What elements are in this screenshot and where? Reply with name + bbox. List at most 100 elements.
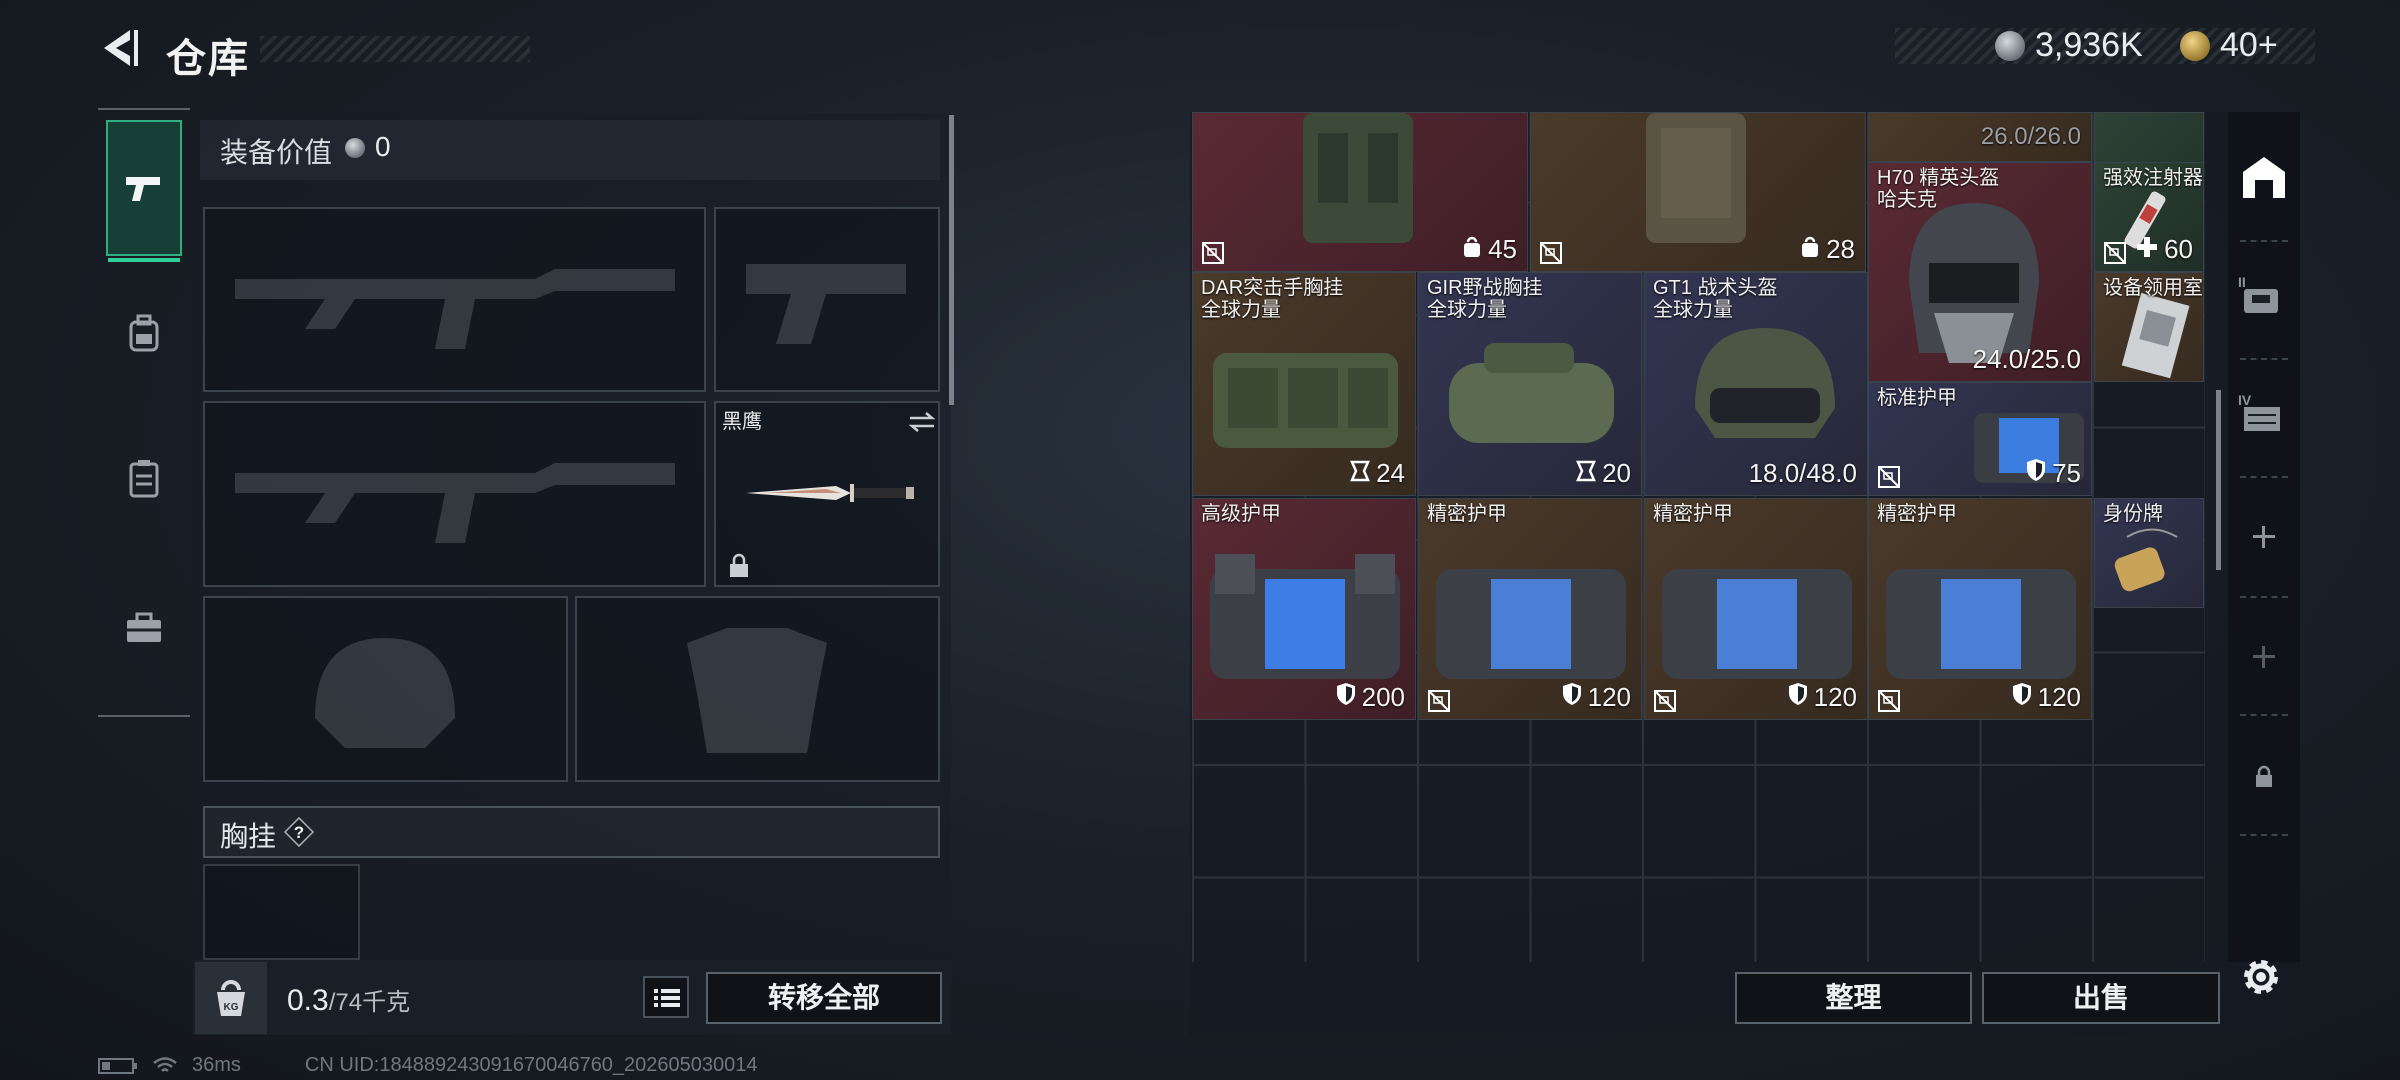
- ping: 36ms: [192, 1054, 241, 1076]
- title-decoration: [260, 36, 530, 62]
- inventory-item[interactable]: GIR野战胸挂 全球力量 20: [1418, 272, 1642, 496]
- item-name: 高级护甲: [1201, 503, 1281, 525]
- plus-icon: [2136, 234, 2158, 265]
- help-icon[interactable]: ?: [284, 817, 314, 847]
- capacity-icon: [1350, 458, 1371, 489]
- weight-current: 0.3: [287, 984, 329, 1017]
- tab-stash-1[interactable]: [2228, 118, 2300, 236]
- not-sellable-icon: [1427, 689, 1451, 713]
- shield-icon: [1336, 682, 1356, 713]
- item-value: 75: [2026, 458, 2081, 489]
- rifle-silhouette-icon: [235, 463, 675, 543]
- item-value: 18.0/48.0: [1748, 458, 1857, 488]
- item-value: 28: [1800, 234, 1855, 265]
- not-sellable-icon: [2103, 241, 2127, 265]
- not-sellable-icon: [1653, 689, 1677, 713]
- sell-button[interactable]: 出售: [1982, 972, 2220, 1024]
- inventory-item[interactable]: 精密护甲 120: [1644, 498, 1868, 720]
- inventory-item[interactable]: 26.0/26.0: [1868, 112, 2092, 162]
- item-value: 120: [1788, 682, 1857, 713]
- armor-slot[interactable]: [575, 596, 940, 782]
- weight-readout: 0.3/74千克: [287, 982, 410, 1018]
- chest-rig-slot[interactable]: [203, 864, 360, 960]
- inventory-item[interactable]: 28: [1530, 112, 1866, 272]
- vest-icon: [129, 460, 159, 498]
- tab-stash-2[interactable]: II: [2228, 236, 2300, 354]
- tab-stash-3[interactable]: IV: [2228, 354, 2300, 472]
- list-view-button[interactable]: [643, 976, 689, 1018]
- inventory-item[interactable]: 身份牌: [2094, 498, 2204, 608]
- helmet-slot[interactable]: [203, 596, 568, 782]
- coin-balance[interactable]: 3,936K: [1995, 26, 2143, 65]
- item-name: 精密护甲: [1653, 503, 1733, 525]
- not-sellable-icon: [1877, 465, 1901, 489]
- item-name: 身份牌: [2103, 503, 2163, 525]
- item-value: 60: [2136, 234, 2193, 265]
- helmet-silhouette-icon: [315, 638, 455, 748]
- inventory-item[interactable]: 精密护甲 120: [1418, 498, 1642, 720]
- nav-case[interactable]: [106, 560, 182, 696]
- item-value: 24.0/25.0: [1972, 344, 2081, 374]
- secondary-weapon-slot[interactable]: [714, 207, 940, 392]
- loadout-category-nav: [98, 108, 190, 717]
- lock-icon: [2256, 765, 2272, 787]
- svg-text:?: ?: [294, 823, 304, 842]
- bag-icon: [1800, 234, 1820, 265]
- transfer-all-button[interactable]: 转移全部: [706, 972, 942, 1024]
- not-sellable-icon: [1201, 241, 1225, 265]
- stash-iv-icon: IV: [2238, 392, 2280, 431]
- bag-icon: [1462, 234, 1482, 265]
- item-name: 强效注射器: [2103, 167, 2203, 189]
- inventory-item[interactable]: 设备领用室: [2094, 272, 2204, 382]
- plus-icon: [2253, 646, 2275, 668]
- svg-text:IV: IV: [2238, 392, 2252, 408]
- pistol-silhouette-icon: [746, 264, 906, 344]
- nav-backpack[interactable]: [106, 265, 182, 401]
- inventory-item[interactable]: 45: [1192, 112, 1528, 272]
- token-amount: 40+: [2220, 26, 2278, 64]
- locked-stash-tab[interactable]: [2228, 718, 2300, 836]
- armor-silhouette-icon: [687, 628, 827, 753]
- add-stash-button[interactable]: [2228, 478, 2300, 596]
- sort-button[interactable]: 整理: [1735, 972, 1972, 1024]
- nav-vest[interactable]: [106, 410, 182, 546]
- inventory-item[interactable]: 标准护甲 75: [1868, 382, 2092, 496]
- inventory-item[interactable]: DAR突击手胸挂 全球力量 24: [1192, 272, 1416, 496]
- capacity-icon: [1576, 458, 1597, 489]
- lock-icon: [730, 553, 748, 577]
- backpack-icon: [129, 314, 159, 352]
- item-value: 26.0/26.0: [1980, 123, 2081, 150]
- token-balance[interactable]: 40+: [2180, 26, 2278, 65]
- add-stash-button-disabled[interactable]: [2228, 598, 2300, 716]
- stash-icon: [2243, 157, 2285, 198]
- secondary-rifle-slot[interactable]: [203, 401, 706, 587]
- item-name: 精密护甲: [1427, 503, 1507, 525]
- inventory-item[interactable]: H70 精英头盔 哈夫克 24.0/25.0: [1868, 162, 2092, 382]
- item-value: 20: [1576, 458, 1631, 489]
- status-bar: 36ms CN UID:1848892430916700467​60_20260…: [98, 1054, 758, 1077]
- inventory-item[interactable]: 高级护甲 200: [1192, 498, 1416, 720]
- inventory-scrollbar[interactable]: [2216, 390, 2221, 570]
- shield-icon: [1562, 682, 1582, 713]
- item-value: 45: [1462, 234, 1517, 265]
- inventory-item[interactable]: GT1 战术头盔 全球力量 18.0/48.0: [1644, 272, 1868, 496]
- item-name: 精密护甲: [1877, 503, 1957, 525]
- primary-weapon-slot[interactable]: [203, 207, 706, 392]
- item-value: 120: [2012, 682, 2081, 713]
- swap-icon[interactable]: [908, 411, 936, 433]
- equipment-value-label: 装备价值: [220, 137, 333, 168]
- inventory-item[interactable]: 精密护甲 120: [1868, 498, 2092, 720]
- loadout-scrollbar[interactable]: [949, 115, 954, 405]
- item-name: H70 精英头盔 哈夫克: [1877, 167, 2000, 211]
- item-name: DAR突击手胸挂 全球力量: [1201, 277, 1344, 321]
- tab-separator: [2240, 714, 2288, 716]
- toolbox-icon: [127, 612, 161, 642]
- item-name: 标准护甲: [1877, 387, 1957, 409]
- settings-gear-icon[interactable]: [2236, 952, 2286, 1002]
- item-name: GT1 战术头盔 全球力量: [1653, 277, 1778, 321]
- list-icon: [654, 989, 680, 1007]
- nav-weapons[interactable]: [106, 120, 182, 262]
- inventory-item[interactable]: 强效注射器 60: [2094, 162, 2204, 272]
- back-arrow-icon[interactable]: [98, 26, 140, 70]
- coin-icon: [1995, 30, 2025, 61]
